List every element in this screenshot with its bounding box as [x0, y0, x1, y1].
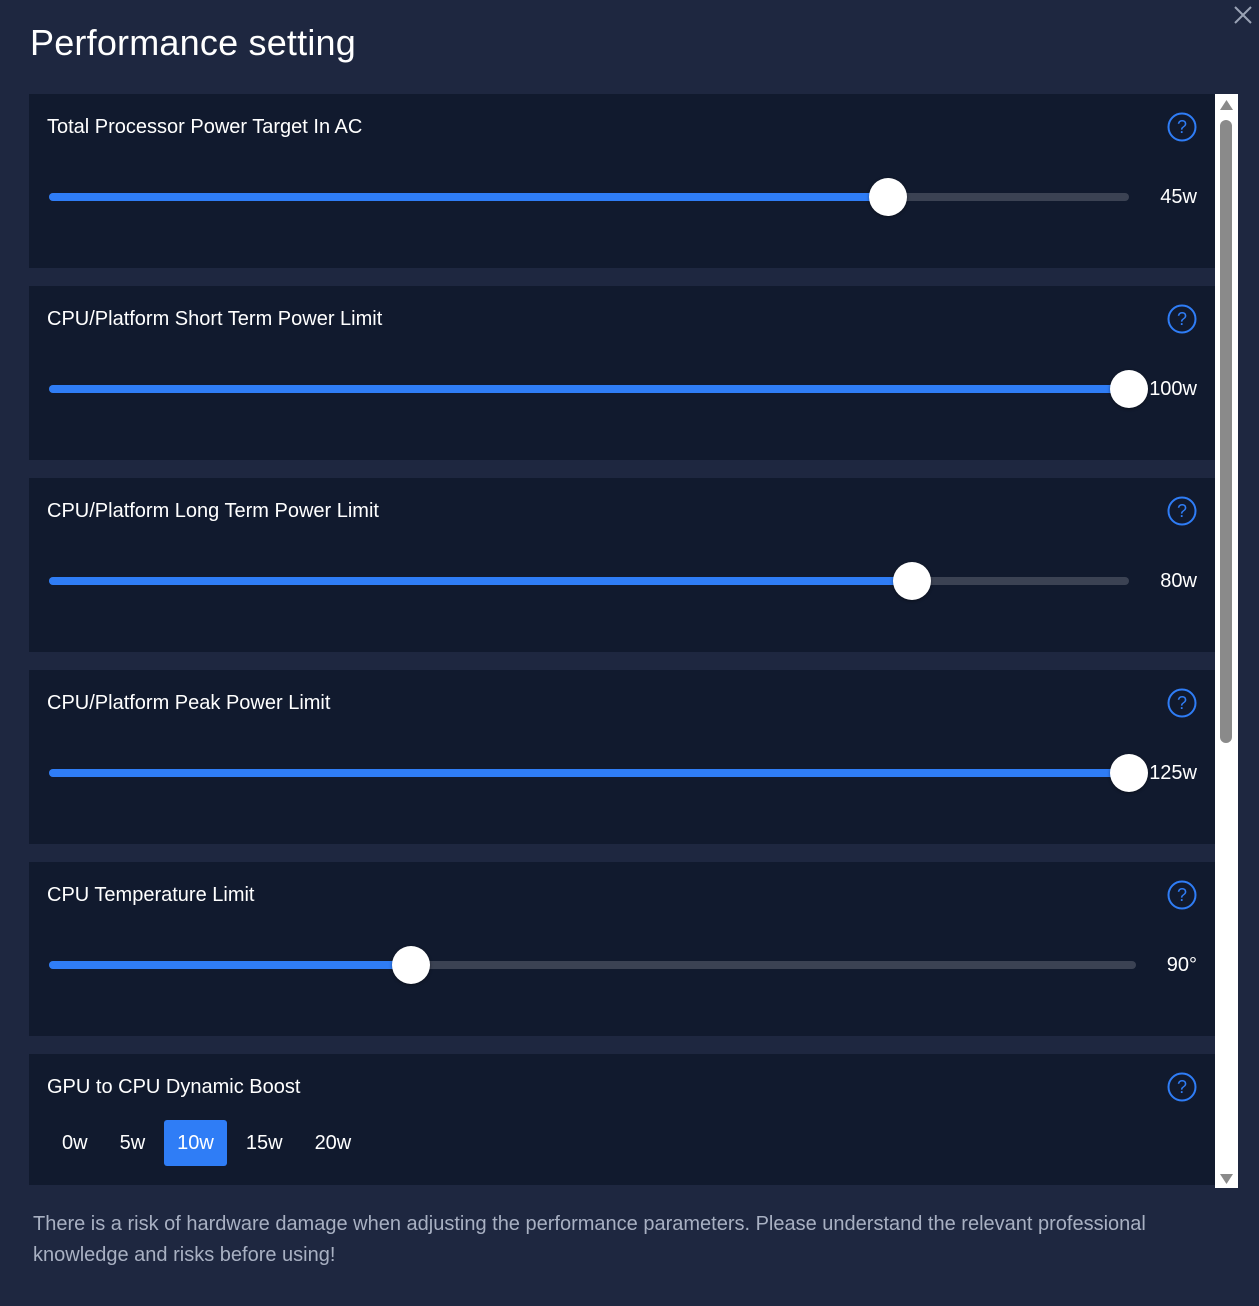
- svg-text:?: ?: [1177, 117, 1187, 137]
- close-icon[interactable]: [1231, 3, 1255, 27]
- svg-text:?: ?: [1177, 309, 1187, 329]
- slider-fill: [49, 961, 411, 969]
- long-term-power-value: 80w: [1160, 570, 1197, 592]
- slider-fill: [49, 193, 889, 201]
- boost-option-20w[interactable]: 20w: [302, 1120, 365, 1166]
- svg-text:?: ?: [1177, 1077, 1187, 1097]
- dynamic-boost-panel: GPU to CPU Dynamic Boost ? 0w 5w 10w 15w…: [29, 1054, 1215, 1185]
- hardware-risk-warning: There is a risk of hardware damage when …: [33, 1213, 1146, 1266]
- help-icon[interactable]: ?: [1167, 304, 1197, 334]
- cpu-temperature-panel: CPU Temperature Limit ? 90°: [29, 862, 1215, 1036]
- boost-options: 0w 5w 10w 15w 20w: [49, 1120, 364, 1166]
- cpu-temperature-slider[interactable]: [49, 946, 1136, 984]
- power-target-ac-label: Total Processor Power Target In AC: [47, 116, 363, 138]
- svg-text:?: ?: [1177, 693, 1187, 713]
- peak-power-label: CPU/Platform Peak Power Limit: [47, 692, 331, 714]
- dynamic-boost-label: GPU to CPU Dynamic Boost: [47, 1076, 301, 1098]
- scrollbar-thumb[interactable]: [1220, 120, 1232, 743]
- slider-thumb[interactable]: [1110, 754, 1148, 792]
- slider-fill: [49, 577, 912, 585]
- boost-option-15w[interactable]: 15w: [233, 1120, 296, 1166]
- slider-thumb[interactable]: [1110, 370, 1148, 408]
- help-icon[interactable]: ?: [1167, 688, 1197, 718]
- arrow-up-icon[interactable]: [1220, 100, 1233, 110]
- slider-fill: [49, 769, 1129, 777]
- short-term-power-label: CPU/Platform Short Term Power Limit: [47, 308, 383, 330]
- peak-power-panel: CPU/Platform Peak Power Limit ? 125w: [29, 670, 1215, 844]
- peak-power-slider[interactable]: [49, 754, 1148, 792]
- help-icon[interactable]: ?: [1167, 112, 1197, 142]
- scrollbar[interactable]: [1215, 94, 1238, 1188]
- long-term-power-label: CPU/Platform Long Term Power Limit: [47, 500, 379, 522]
- short-term-power-value: 100w: [1149, 378, 1197, 400]
- slider-thumb[interactable]: [391, 946, 430, 984]
- boost-option-5w[interactable]: 5w: [107, 1120, 159, 1166]
- settings-scroll-area[interactable]: Total Processor Power Target In AC ? 45w…: [29, 94, 1215, 1188]
- peak-power-value: 125w: [1149, 762, 1197, 784]
- long-term-power-slider[interactable]: [49, 562, 1129, 600]
- power-target-ac-panel: Total Processor Power Target In AC ? 45w: [29, 94, 1215, 268]
- svg-text:?: ?: [1177, 885, 1187, 905]
- short-term-power-panel: CPU/Platform Short Term Power Limit ? 10…: [29, 286, 1215, 460]
- boost-option-0w[interactable]: 0w: [49, 1120, 101, 1166]
- cpu-temperature-value: 90°: [1166, 954, 1197, 976]
- performance-dialog: { "dialog": { "title": "Performance sett…: [0, 0, 1259, 1306]
- help-icon[interactable]: ?: [1167, 1072, 1197, 1102]
- long-term-power-panel: CPU/Platform Long Term Power Limit ? 80w: [29, 478, 1215, 652]
- cpu-temperature-label: CPU Temperature Limit: [47, 884, 255, 906]
- slider-thumb[interactable]: [892, 562, 931, 600]
- help-icon[interactable]: ?: [1167, 880, 1197, 910]
- short-term-power-slider[interactable]: [49, 370, 1148, 408]
- power-target-ac-slider[interactable]: [49, 178, 1129, 216]
- help-icon[interactable]: ?: [1167, 496, 1197, 526]
- boost-option-10w[interactable]: 10w: [164, 1120, 227, 1166]
- slider-fill: [49, 385, 1129, 393]
- power-target-ac-value: 45w: [1160, 186, 1197, 208]
- svg-text:?: ?: [1177, 501, 1187, 521]
- dialog-title: Performance setting: [30, 22, 356, 63]
- arrow-down-icon[interactable]: [1220, 1174, 1233, 1184]
- slider-thumb[interactable]: [869, 178, 908, 216]
